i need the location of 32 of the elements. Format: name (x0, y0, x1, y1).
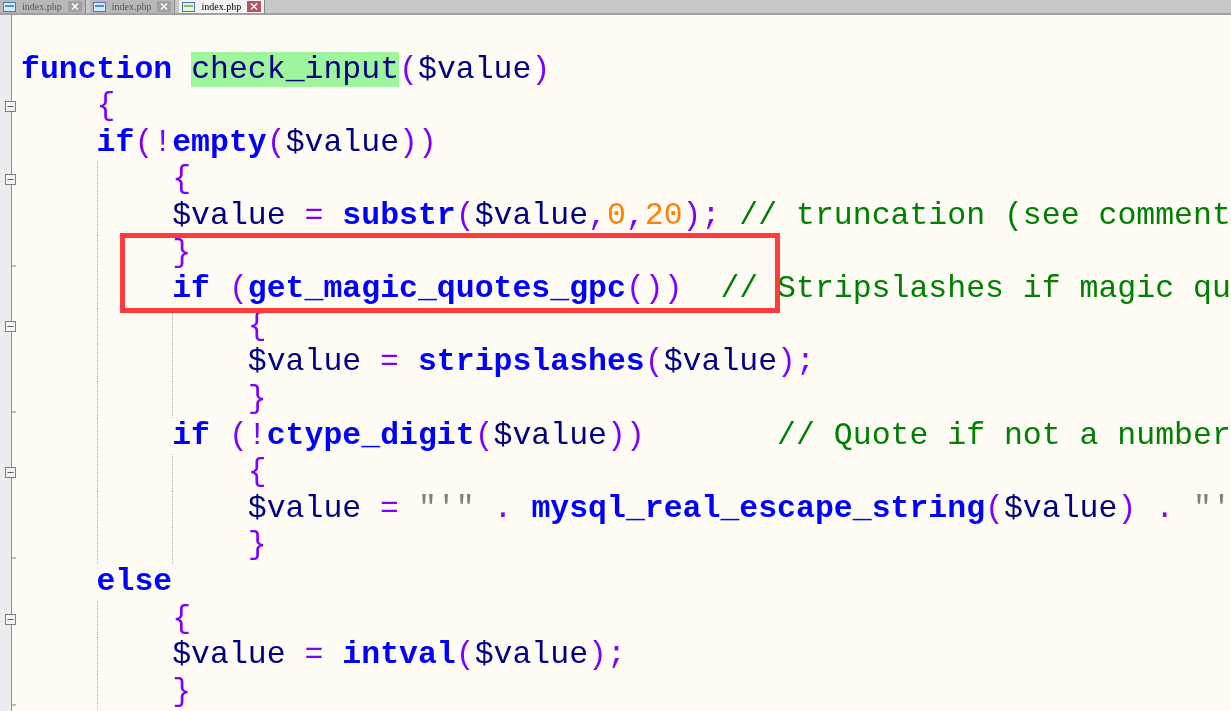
fold-toggle-icon[interactable] (5, 101, 16, 113)
code-line: { (247, 454, 267, 491)
code-line: $value = substr($value,0,20); // truncation (see comment (172, 197, 1231, 235)
code-line: } (172, 673, 192, 711)
code-line: { (172, 600, 192, 638)
code-line: { (172, 161, 192, 198)
code-line: { (96, 88, 116, 125)
code-line: function check_input($value) (21, 51, 551, 89)
file-tab[interactable]: index.php (89, 0, 176, 13)
tab-label: index.php (111, 0, 152, 13)
document-icon (182, 1, 196, 12)
code-line: } (172, 234, 192, 272)
fold-toggle-icon[interactable] (5, 613, 16, 625)
code-line: } (247, 380, 267, 418)
code-line: if (get_magic_quotes_gpc()) // Stripslashes if magic qu (172, 271, 1231, 308)
fold-toggle-icon[interactable] (5, 467, 16, 479)
file-tab[interactable]: index.php (179, 0, 266, 13)
close-icon[interactable] (247, 1, 262, 12)
code-line: $value = stripslashes($value); (247, 344, 815, 381)
code-line: $value = intval($value); (172, 637, 626, 674)
tab-label: index.php (22, 0, 62, 13)
code-line: if(!empty($value)) (96, 124, 437, 162)
code-line: else (96, 563, 173, 601)
code-line: if (!ctype_digit($value)) // Quote if not a number (172, 417, 1231, 455)
fold-toggle-icon[interactable] (5, 174, 16, 186)
document-icon (92, 1, 106, 12)
file-tab[interactable]: index.php (0, 0, 86, 13)
code-line: } (247, 527, 267, 564)
code-line: $value = "'" . mysql_real_escape_string($value) . "' (247, 490, 1231, 528)
fold-toggle-icon[interactable] (5, 320, 16, 332)
tab-label: index.php (201, 0, 242, 13)
document-icon (3, 1, 16, 12)
